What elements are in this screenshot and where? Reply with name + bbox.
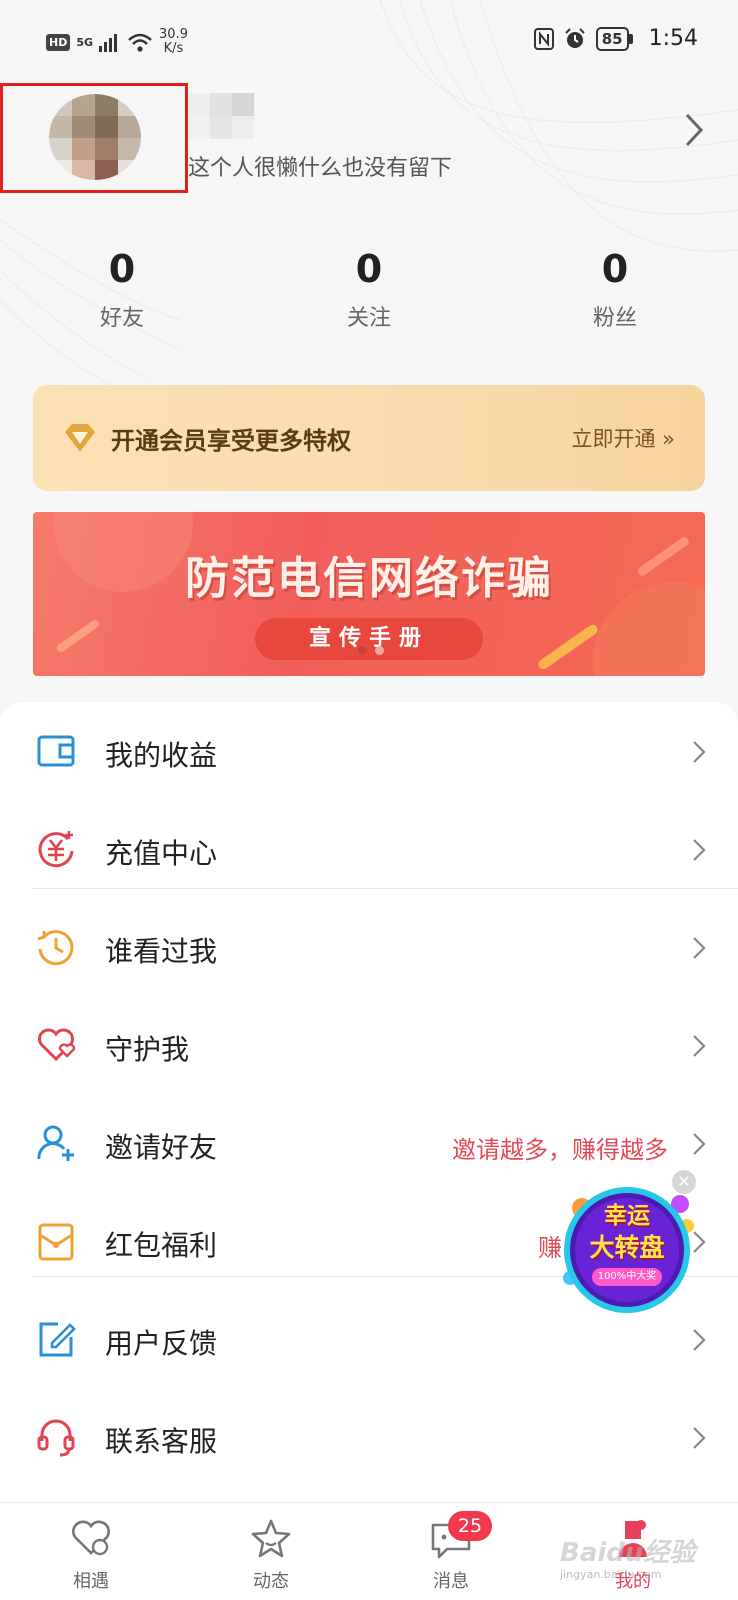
menu-label-feedback: 用户反馈 xyxy=(105,1327,218,1360)
carousel-indicator xyxy=(358,646,384,655)
stat-friends-count: 0 xyxy=(108,247,136,291)
recharge-yen-icon xyxy=(38,831,74,868)
battery-level: 85 xyxy=(595,26,629,51)
nav-label-encounter: 相遇 xyxy=(73,1571,109,1592)
unread-badge: 25 xyxy=(448,1511,492,1541)
lucky-wheel-line1: 幸运 xyxy=(604,1203,650,1229)
profile-page: HD 5G 30.9 K/s 85 1:54 这个人很懒什么也没有留下 0 好友… xyxy=(0,0,738,1600)
lucky-wheel-line3: 100%中大奖 xyxy=(592,1268,662,1286)
baidu-watermark: Baidu经验 xyxy=(560,1538,696,1568)
avatar[interactable] xyxy=(49,94,141,180)
clock: 1:54 xyxy=(648,26,698,51)
menu-label-invite: 邀请好友 xyxy=(105,1131,218,1164)
add-user-icon xyxy=(37,1125,74,1161)
wallet-icon xyxy=(37,735,75,767)
menu-list: 我的收益 充值中心 谁看过我 守护我 邀请好友 邀请越多，赚得越多 红包福利 赚… xyxy=(0,702,738,1502)
promo-banner[interactable]: 防范电信网络诈骗 宣传手册 xyxy=(33,512,705,676)
nav-label-moments: 动态 xyxy=(253,1571,289,1592)
stat-fans[interactable]: 0 粉丝 xyxy=(555,246,675,332)
nav-label-messages: 消息 xyxy=(433,1571,469,1592)
heart-chat-icon xyxy=(72,1520,110,1556)
signal-icon xyxy=(99,34,118,52)
nav-tab-messages[interactable]: 25 消息 xyxy=(396,1503,506,1600)
avatar-highlight-box[interactable] xyxy=(0,83,188,193)
chevron-right-icon xyxy=(693,1329,706,1351)
lucky-wheel-close-icon[interactable]: ✕ xyxy=(672,1170,696,1194)
stat-following-label: 关注 xyxy=(346,306,391,331)
menu-divider xyxy=(33,888,738,889)
vip-open-button[interactable]: 立即开通 » xyxy=(571,423,675,453)
nickname-blurred xyxy=(188,93,254,139)
lucky-wheel-float[interactable]: 幸运 大转盘 100%中大奖 xyxy=(552,1178,702,1318)
stat-friends[interactable]: 0 好友 xyxy=(62,246,182,332)
diamond-icon xyxy=(65,424,95,452)
stat-following-count: 0 xyxy=(355,247,383,291)
chevron-right-icon xyxy=(693,1133,706,1155)
vip-promo-text: 开通会员享受更多特权 xyxy=(111,426,351,455)
menu-item-recharge[interactable]: 充值中心 xyxy=(0,800,738,898)
battery-indicator: 85 xyxy=(595,26,633,51)
menu-label-earnings: 我的收益 xyxy=(105,739,218,772)
profile-chevron-right-icon[interactable] xyxy=(684,112,704,148)
promo-title: 防范电信网络诈骗 xyxy=(185,553,553,604)
feedback-edit-icon xyxy=(39,1322,76,1357)
chevron-right-icon xyxy=(693,839,706,861)
menu-item-guard[interactable]: 守护我 xyxy=(0,996,738,1094)
profile-stats: 0 好友 0 关注 0 粉丝 xyxy=(0,246,738,346)
hd-indicator: HD xyxy=(46,33,71,51)
wifi-icon xyxy=(128,33,152,52)
network-speed: 30.9 K/s xyxy=(159,27,188,56)
chevron-right-icon xyxy=(693,741,706,763)
nav-tab-moments[interactable]: 动态 xyxy=(216,1503,326,1600)
star-icon xyxy=(251,1519,291,1558)
menu-label-guard: 守护我 xyxy=(105,1033,190,1066)
stat-following[interactable]: 0 关注 xyxy=(309,246,429,332)
alarm-icon xyxy=(565,27,585,48)
nav-tab-encounter[interactable]: 相遇 xyxy=(36,1503,146,1600)
chevron-right-icon xyxy=(693,1035,706,1057)
menu-item-earnings[interactable]: 我的收益 xyxy=(0,702,738,800)
menu-label-visitors: 谁看过我 xyxy=(105,935,218,968)
chevron-right-icon xyxy=(693,1427,706,1449)
menu-item-customer-service[interactable]: 联系客服 xyxy=(0,1388,738,1486)
lucky-wheel-line2: 大转盘 xyxy=(589,1233,665,1262)
menu-label-customer-service: 联系客服 xyxy=(105,1425,218,1458)
stat-fans-label: 粉丝 xyxy=(592,306,637,331)
invite-reward-hint: 邀请越多，赚得越多 xyxy=(452,1136,668,1164)
history-clock-icon xyxy=(37,930,74,966)
nfc-icon xyxy=(533,27,554,50)
menu-label-red-packet: 红包福利 xyxy=(105,1229,218,1262)
heart-icon xyxy=(38,1028,76,1062)
red-envelope-icon xyxy=(38,1223,74,1261)
menu-item-visitors[interactable]: 谁看过我 xyxy=(0,898,738,996)
profile-signature: 这个人很懒什么也没有留下 xyxy=(188,156,453,181)
chevron-right-icon xyxy=(693,937,706,959)
baidu-watermark-url: jingyan.baidu.com xyxy=(560,1568,662,1581)
stat-fans-count: 0 xyxy=(601,247,629,291)
headset-icon xyxy=(37,1419,75,1457)
network-type: 5G xyxy=(76,35,94,49)
menu-label-recharge: 充值中心 xyxy=(105,837,218,870)
vip-banner[interactable]: 开通会员享受更多特权 立即开通 » xyxy=(33,385,705,491)
status-bar: HD 5G 30.9 K/s 85 1:54 xyxy=(0,0,738,80)
stat-friends-label: 好友 xyxy=(99,306,144,331)
